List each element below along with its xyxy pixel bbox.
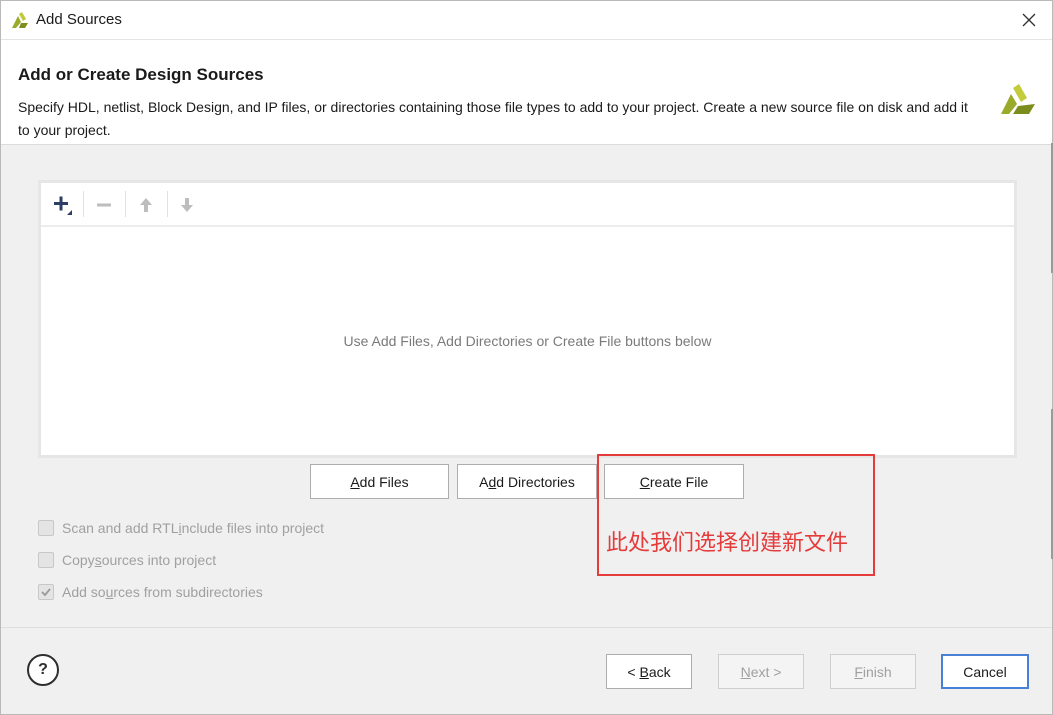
move-up-button[interactable] (133, 192, 159, 218)
add-directories-button[interactable]: Add Directories (457, 464, 597, 499)
checkbox[interactable] (38, 552, 54, 568)
add-sources-dialog: Add Sources Add or Create Design Sources… (0, 0, 1053, 715)
page-description: Specify HDL, netlist, Block Design, and … (18, 99, 968, 138)
plus-icon (54, 196, 72, 215)
annotation-text: 此处我们选择创建新文件 (606, 531, 849, 556)
title-bar: Add Sources (1, 1, 1052, 39)
finish-button[interactable]: Finish (830, 654, 916, 689)
remove-source-button[interactable] (91, 192, 117, 218)
close-button[interactable] (1006, 1, 1052, 39)
arrow-down-icon (181, 198, 193, 212)
footer-divider (1, 627, 1052, 628)
arrow-up-icon (140, 198, 152, 212)
close-icon (1022, 13, 1036, 27)
toolbar-separator (83, 191, 84, 217)
add-source-button[interactable] (50, 192, 76, 218)
xilinx-logo-icon (1001, 84, 1035, 114)
xilinx-logo-icon (12, 12, 28, 28)
option-add-subdirectories[interactable]: Add so u rces from subdirectories (38, 582, 263, 602)
option-scan-rtl-include[interactable]: Scan and add RTL i nclude files into proj… (38, 518, 324, 538)
source-file-list[interactable]: Use Add Files, Add Directories or Create… (38, 180, 1017, 458)
cancel-button[interactable]: Cancel (941, 654, 1029, 689)
file-list-toolbar (41, 183, 1014, 227)
minus-icon (97, 203, 111, 207)
empty-list-hint: Use Add Files, Add Directories or Create… (343, 333, 712, 349)
toolbar-separator (125, 191, 126, 217)
help-button[interactable]: ? (27, 654, 59, 686)
toolbar-separator (167, 191, 168, 217)
back-button[interactable]: < Back (606, 654, 692, 689)
checkbox[interactable] (38, 584, 54, 600)
checkbox[interactable] (38, 520, 54, 536)
checkmark-icon (41, 588, 51, 597)
move-down-button[interactable] (174, 192, 200, 218)
annotation-highlight-box (597, 454, 875, 576)
option-copy-sources[interactable]: Copy s ources into project (38, 550, 216, 570)
page-header: Add or Create Design Sources Specify HDL… (1, 39, 1052, 145)
window-title: Add Sources (36, 11, 122, 28)
page-title: Add or Create Design Sources (18, 65, 264, 84)
next-button[interactable]: Next > (718, 654, 804, 689)
add-files-button[interactable]: Add Files (310, 464, 449, 499)
